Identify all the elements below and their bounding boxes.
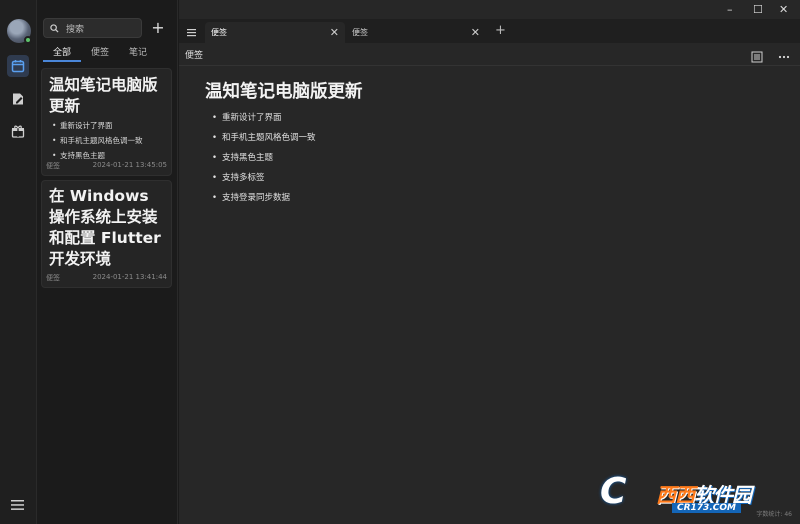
note-card[interactable]: 温知笔记电脑版更新 重新设计了界面 和手机主题风格色调一致 支持黑色主题 便签 … [41, 68, 172, 176]
online-status-dot [24, 36, 32, 44]
new-tab-button[interactable]: + [495, 23, 506, 38]
divider [179, 65, 800, 66]
tab-label: 便签 [352, 28, 368, 37]
preview-bullet: 重新设计了界面 [52, 118, 143, 133]
note-card[interactable]: 在 Windows 操作系统上安装和配置 Flutter 开发环境 便签 202… [41, 180, 172, 288]
calendar-notes-icon[interactable] [7, 55, 29, 77]
document-body[interactable]: 重新设计了界面 和手机主题风格色调一致 支持黑色主题 支持多标签 支持登录同步数… [212, 108, 316, 208]
close-tab-icon[interactable]: ✕ [471, 26, 480, 39]
note-card-title: 在 Windows 操作系统上安装和配置 Flutter 开发环境 [49, 187, 161, 268]
nav-rail [0, 0, 37, 524]
search-input[interactable]: 搜索 [43, 18, 142, 38]
watermark-url: CR173.COM [672, 503, 741, 513]
note-timestamp: 2024-01-21 13:45:05 [92, 161, 167, 169]
note-list-pane: 搜索 + 全部 便签 笔记 温知笔记电脑版更新 重新设计了界面 和手机主题风格色… [38, 0, 178, 524]
document-title[interactable]: 温知笔记电脑版更新 [205, 78, 363, 103]
note-card-preview: 重新设计了界面 和手机主题风格色调一致 支持黑色主题 [52, 118, 143, 163]
search-placeholder: 搜索 [66, 24, 85, 35]
edit-note-icon[interactable] [7, 88, 29, 110]
tab-bar: 便签 ✕ 便签 ✕ + [179, 19, 800, 43]
tab-menu-icon[interactable] [185, 24, 199, 38]
minimize-button[interactable]: – [727, 3, 733, 16]
outline-icon[interactable] [751, 48, 763, 63]
editor-area: – ☐ ✕ 便签 ✕ 便签 ✕ + 便签 温知笔记电脑版更新 重新设计了界面 和… [179, 0, 800, 524]
close-tab-icon[interactable]: ✕ [330, 26, 339, 39]
watermark-logo: C 西西软件园 CR173.COM [600, 474, 780, 518]
tab-label: 便签 [211, 28, 227, 37]
body-bullet: 支持多标签 [212, 168, 316, 188]
breadcrumb: 便签 [185, 51, 204, 61]
avatar[interactable] [7, 19, 32, 44]
body-bullet: 和手机主题风格色调一致 [212, 128, 316, 148]
hamburger-menu-icon[interactable] [10, 497, 26, 511]
add-note-button[interactable]: + [150, 17, 166, 37]
note-card-footer: 便签 2024-01-21 13:45:05 [46, 160, 167, 171]
note-card-footer: 便签 2024-01-21 13:41:44 [46, 272, 167, 283]
filter-notebook[interactable]: 笔记 [119, 46, 157, 62]
tab-memo[interactable]: 便签 ✕ [346, 22, 486, 43]
watermark-letter: C [600, 471, 627, 512]
tab-memo-active[interactable]: 便签 ✕ [205, 22, 345, 43]
filter-tabs: 全部 便签 笔记 [43, 46, 173, 62]
filter-all[interactable]: 全部 [43, 46, 81, 62]
body-bullet: 支持黑色主题 [212, 148, 316, 168]
more-options-icon[interactable] [778, 48, 790, 60]
maximize-button[interactable]: ☐ [753, 3, 763, 16]
search-icon [50, 23, 59, 33]
note-type: 便签 [46, 162, 60, 170]
note-card-title: 温知笔记电脑版更新 [49, 76, 158, 115]
filter-memo[interactable]: 便签 [81, 46, 119, 62]
gift-icon[interactable] [7, 120, 29, 142]
note-timestamp: 2024-01-21 13:41:44 [92, 273, 167, 281]
note-type: 便签 [46, 274, 60, 282]
body-bullet: 重新设计了界面 [212, 108, 316, 128]
preview-bullet: 和手机主题风格色调一致 [52, 133, 143, 148]
close-window-button[interactable]: ✕ [779, 3, 788, 16]
body-bullet: 支持登录同步数据 [212, 188, 316, 208]
